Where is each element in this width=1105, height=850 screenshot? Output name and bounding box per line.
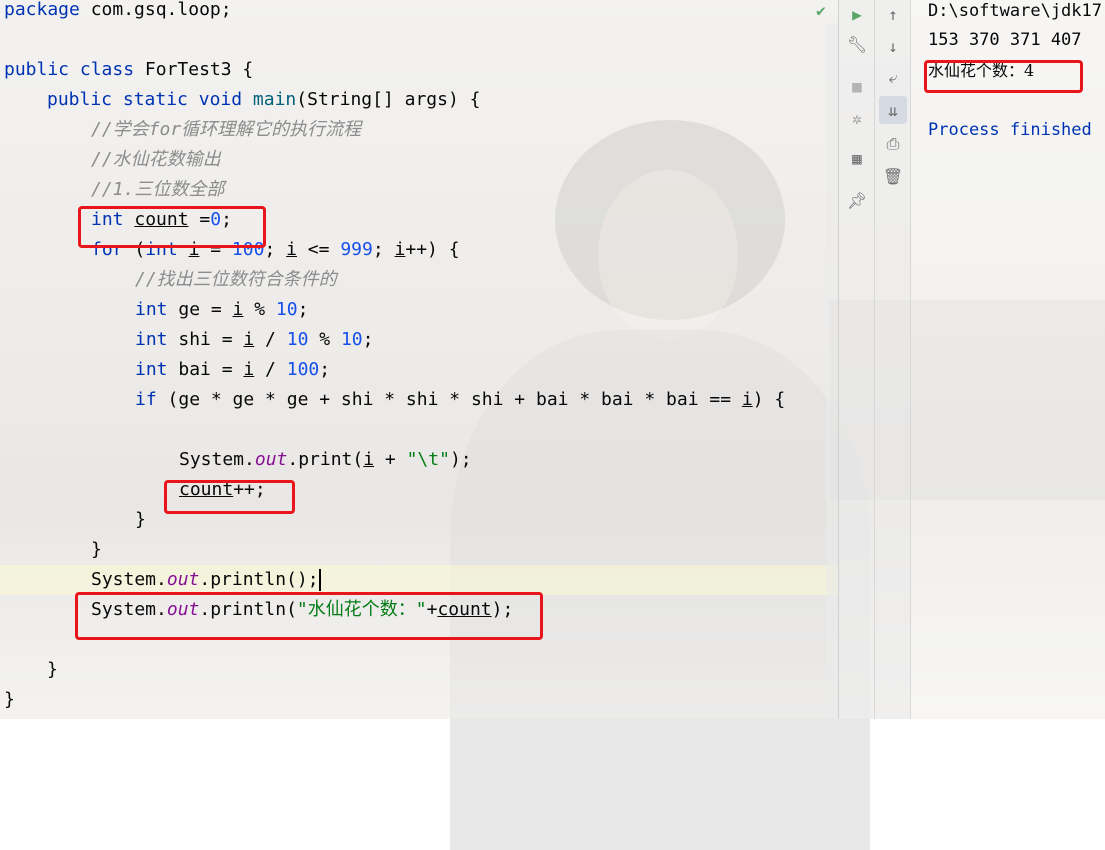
code-line-println-empty: System.out.println(); [91,565,321,595]
semicolon: ; [362,329,374,350]
brace: ) { [752,389,786,410]
rerun-debug-icon[interactable]: ✲ [843,104,871,132]
code-line-shi: int shi = i / 10 % 10; [135,325,373,355]
highlight-console-count [924,60,1083,93]
comment-line-2: //水仙花数输出 [91,149,221,170]
number-literal: 999 [340,239,373,260]
code-line-bai: int bai = i / 100; [135,355,330,385]
number-literal: 10 [275,299,298,320]
run-toolbar: ▶ 🔧︎ ■ ✲ ▦ 📌︎ [838,0,875,719]
run-icon[interactable]: ▶ [843,0,871,28]
print-icon[interactable]: ⎙ [879,130,907,158]
code-line-1: package com.gsq.loop; [4,0,232,25]
keyword-int: int [135,329,168,350]
keyword-package: package [4,0,80,20]
keyword-class: class [69,59,135,80]
class-name: ForTest3 { [134,59,254,80]
var-i: i [243,329,255,350]
number-literal: 100 [286,359,320,380]
condition-text: (ge * ge * ge + shi * shi * shi + bai * … [156,389,742,410]
class-system: System. [91,569,167,590]
keyword-static: static [112,89,188,110]
highlight-println-count [75,592,543,640]
var-i: i [232,299,244,320]
keyword-public: public [4,59,70,80]
keyword-if: if [135,389,157,410]
code-editor[interactable]: package com.gsq.loop; public class ForTe… [0,0,838,719]
code-text: shi = [167,329,244,350]
check-icon[interactable]: ✔ [812,2,830,20]
code-line-print: System.out.print(i + "\t"); [179,445,472,475]
code-line-ge: int ge = i % 10; [135,295,308,325]
code-line-close-if: } [135,509,146,530]
comment-line-1: //学会for循环理解它的执行流程 [91,119,362,140]
console-finished: Process finished [928,120,1092,140]
operator: + [374,449,407,470]
operator: % [308,329,341,350]
soft-wrap-icon[interactable]: ⤶ [879,64,907,92]
semicolon: ; [264,239,287,260]
code-line-close-class: } [4,689,15,710]
scroll-to-end-icon[interactable]: ⇊ [879,96,907,124]
highlight-count-declaration [78,206,266,248]
paren: ); [449,449,472,470]
keyword-public: public [47,89,113,110]
var-i: i [243,359,255,380]
operator: <= [296,239,341,260]
arrow-down-icon[interactable]: ↓ [879,32,907,60]
var-i: i [741,389,753,410]
console-command: D:\software\jdk17 [928,1,1102,21]
semicolon: ; [297,299,309,320]
field-out: out [254,449,288,470]
semicolon: ; [319,359,331,380]
keyword-int: int [135,299,168,320]
comment-line-3: //1.三位数全部 [91,179,225,200]
console-output[interactable]: D:\software\jdk17 153 370 371 407 水仙花个数：… [910,0,1105,719]
code-line-3: public class ForTest3 { [4,55,253,85]
editor-scrollbar[interactable] [826,24,838,719]
console-toolbar: ↑ ↓ ⤶ ⇊ ⎙ 🗑︎ [874,0,911,719]
loop-end: ++) { [405,239,460,260]
class-system: System. [179,449,255,470]
text-cursor [318,569,321,591]
operator: / [254,359,287,380]
field-out: out [166,569,200,590]
method-println: .println(); [199,569,319,590]
code-line-close-for: } [91,539,102,560]
semicolon: ; [372,239,395,260]
var-i: i [286,239,297,260]
keyword-int: int [135,359,168,380]
var-i: i [394,239,406,260]
number-literal: 10 [340,329,363,350]
code-line-4: public static void main(String[] args) { [47,85,481,115]
stop-icon[interactable]: ■ [843,72,871,100]
package-name: com.gsq.loop; [79,0,232,20]
operator: / [254,329,287,350]
method-name-main: main [242,89,297,110]
arrow-up-icon[interactable]: ↑ [879,0,907,28]
wrench-icon[interactable]: 🔧︎ [843,30,871,58]
number-literal: 10 [286,329,309,350]
code-line-close-main: } [47,659,58,680]
pin-icon[interactable]: 📌︎ [843,186,871,214]
operator: % [243,299,276,320]
code-text: bai = [167,359,244,380]
trash-icon[interactable]: 🗑︎ [879,162,907,190]
highlight-count-increment [164,480,295,514]
method-print: .print( [287,449,364,470]
code-text: ge = [167,299,233,320]
var-i: i [363,449,375,470]
layout-icon[interactable]: ▦ [843,144,871,172]
method-params: (String[] args) { [296,89,481,110]
string-literal: "\t" [406,449,450,470]
code-line-if: if (ge * ge * ge + shi * shi * shi + bai… [135,385,785,415]
comment-line-4: //找出三位数符合条件的 [135,269,337,290]
console-numbers: 153 370 371 407 [928,30,1082,50]
keyword-void: void [187,89,243,110]
